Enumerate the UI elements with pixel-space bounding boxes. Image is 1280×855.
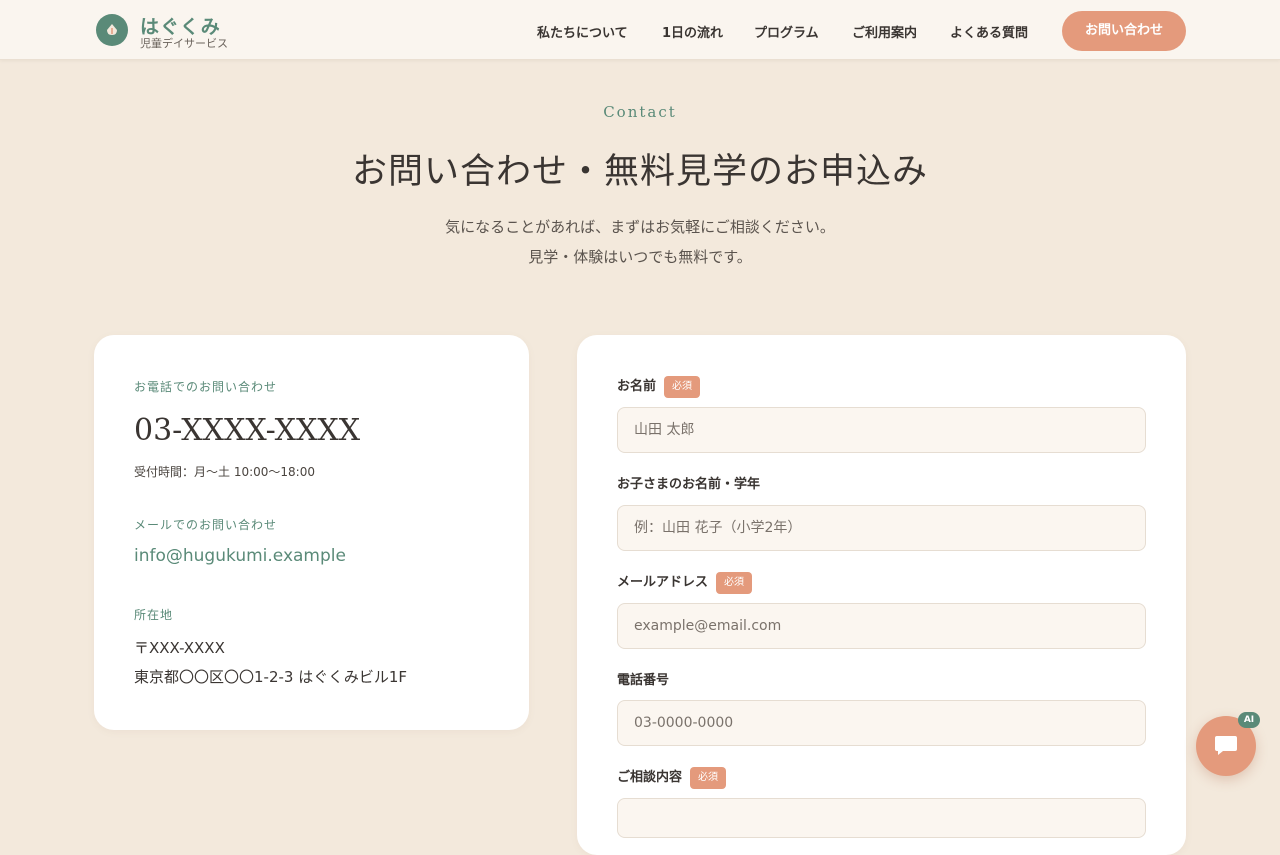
tel-input[interactable] — [617, 700, 1146, 746]
lead-text-1: 気になることがあれば、まずはお気軽にご相談ください。 — [445, 218, 835, 236]
nav-item-about[interactable]: 私たちについて — [537, 22, 628, 41]
inquiry-select[interactable] — [617, 798, 1146, 838]
phone-number[interactable]: 03-XXXX-XXXX — [134, 413, 360, 448]
child-label-text: お子さまのお名前・学年 — [617, 477, 761, 492]
child-input[interactable] — [617, 505, 1146, 551]
lead-text-2: 見学・体験はいつでも無料です。 — [528, 248, 752, 266]
section-eyebrow: Contact — [603, 103, 677, 121]
leaf-icon — [96, 14, 128, 46]
child-field-label: お子さまのお名前・学年 — [617, 474, 760, 496]
logo-subtitle: 児童デイサービス — [140, 37, 228, 50]
email-input[interactable] — [617, 603, 1146, 649]
tel-field-label: 電話番号 — [617, 670, 669, 692]
email-field-label: メールアドレス 必須 — [617, 572, 753, 594]
required-badge: 必須 — [716, 572, 753, 594]
postal-code: 〒XXX-XXXX — [134, 639, 225, 657]
inquiry-label-text: ご相談内容 — [617, 770, 683, 785]
email-link[interactable]: info@hugukumi.example — [134, 546, 346, 566]
tel-label-text: 電話番号 — [617, 673, 670, 688]
email-label-text: メールアドレス — [617, 575, 709, 590]
address: 東京都〇〇区〇〇1-2-3 はぐくみビル1F — [134, 668, 407, 686]
inquiry-field-label: ご相談内容 必須 — [617, 767, 727, 789]
business-hours: 受付時間：月〜土 10:00〜18:00 — [134, 465, 315, 479]
nav-item-guide[interactable]: ご利用案内 — [852, 22, 917, 41]
contact-form: お名前必須 お子さまのお名前・学年 メールアドレス必須 電話番号 ご相談内容必須 — [577, 335, 1186, 855]
email-label: メールでのお問い合わせ — [134, 518, 278, 532]
nav-item-program[interactable]: プログラム — [754, 22, 819, 41]
required-badge: 必須 — [664, 376, 701, 398]
phone-label: お電話でのお問い合わせ — [134, 380, 278, 394]
name-label-text: お名前 — [617, 379, 657, 394]
ai-badge: AI — [1238, 712, 1260, 728]
contact-info-card: お電話でのお問い合わせ 03-XXXX-XXXX 受付時間：月〜土 10:00〜… — [94, 335, 529, 730]
name-field-label: お名前 必須 — [617, 376, 701, 398]
address-label: 所在地 — [134, 608, 174, 622]
required-badge: 必須 — [690, 767, 727, 789]
chat-bubble-icon — [1215, 736, 1237, 755]
nav-item-schedule[interactable]: 1日の流れ — [662, 22, 723, 41]
contact-button[interactable]: お問い合わせ — [1062, 11, 1186, 51]
name-input[interactable] — [617, 407, 1146, 453]
site-header: はぐくみ 児童デイサービス 私たちについて 1日の流れ プログラム ご利用案内 … — [0, 0, 1280, 60]
nav-item-faq[interactable]: よくある質問 — [950, 22, 1028, 41]
page-title: お問い合わせ・無料見学のお申込み — [351, 152, 928, 192]
